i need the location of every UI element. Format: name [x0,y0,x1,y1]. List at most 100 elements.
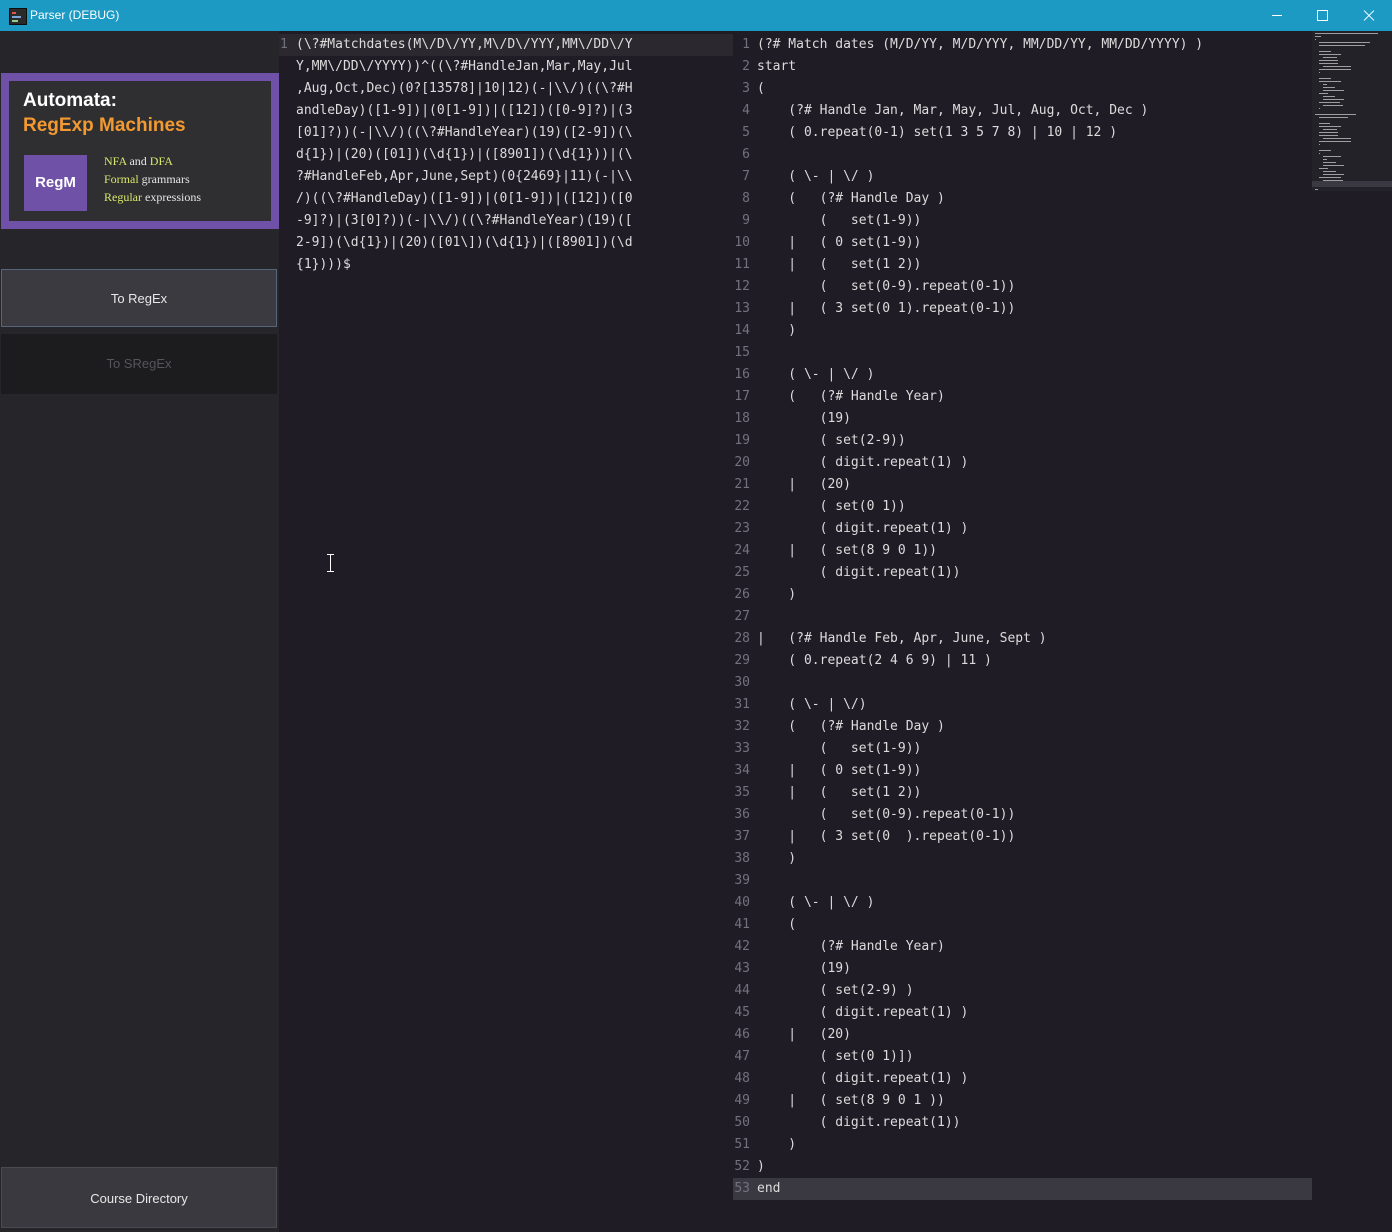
code-line[interactable]: 4 (?# Handle Jan, Mar, May, Jul, Aug, Oc… [733,100,1312,122]
code-line[interactable]: 19 ( set(2-9)) [733,430,1312,452]
minimap-line [1319,168,1328,169]
code-line[interactable]: 42 (?# Handle Year) [733,936,1312,958]
code-line[interactable]: 6 [733,144,1312,166]
minimap-line [1319,177,1341,178]
code-text: ( \- | \/ ) [757,895,875,910]
code-line[interactable]: 13 | ( 3 set(0 1).repeat(0-1)) [733,298,1312,320]
code-line[interactable]: 25 ( digit.repeat(1)) [733,562,1312,584]
course-directory-button[interactable]: Course Directory [1,1167,277,1228]
code-line[interactable]: 21 | (20) [733,474,1312,496]
code-line[interactable]: 9 ( set(1-9)) [733,210,1312,232]
code-line[interactable]: 44 ( set(2-9) ) [733,980,1312,1002]
code-text: ( digit.repeat(1) ) [757,1071,969,1086]
window-titlebar: Parser (DEBUG) [0,0,1392,31]
code-text: ) [757,587,797,602]
line-number: 23 [734,521,750,536]
minimap-line [1319,45,1366,46]
code-line[interactable]: 3( [733,78,1312,100]
code-line[interactable]: 49 | ( set(8 9 0 1 )) [733,1090,1312,1112]
code-line[interactable]: 40 ( \- | \/ ) [733,892,1312,914]
code-line[interactable]: 33 ( set(1-9)) [733,738,1312,760]
line-number: 17 [734,389,750,404]
code-text: ( (?# Handle Year) [757,389,945,404]
code-text: ) [757,1159,765,1174]
code-text: ( set(1-9)) [757,213,922,228]
code-line[interactable]: 16 ( \- | \/ ) [733,364,1312,386]
sregex-source-editor[interactable]: 1 (?# Match dates (M/D/YY, M/D/YYY, MM/DD… [733,31,1312,1232]
code-line[interactable]: 31 ( \- | \/) [733,694,1312,716]
editor-minimap[interactable] [1312,31,1392,191]
code-line[interactable]: 38 ) [733,848,1312,870]
close-button[interactable] [1346,0,1392,31]
code-line[interactable]: 37 | ( 3 set(0 ).repeat(0-1)) [733,826,1312,848]
line-number: 29 [734,653,750,668]
code-line[interactable]: 20 ( digit.repeat(1) ) [733,452,1312,474]
code-line[interactable]: 34 | ( 0 set(1-9)) [733,760,1312,782]
code-line[interactable]: 11 | ( set(1 2)) [733,254,1312,276]
code-line[interactable]: 27 [733,606,1312,628]
line-number: 46 [734,1027,750,1042]
code-line[interactable]: 30 [733,672,1312,694]
code-line[interactable]: 46 | (20) [733,1024,1312,1046]
line-number: 34 [734,763,750,778]
code-line[interactable]: 28 | (?# Handle Feb, Apr, June, Sept ) [733,628,1312,650]
code-line[interactable]: 52) [733,1156,1312,1178]
code-line[interactable]: 36 ( set(0-9).repeat(0-1)) [733,804,1312,826]
regex-output-editor[interactable]: 1 (\?#Matchdates(M\/D\/YY,M\/D\/YYY,MM\/… [279,31,733,1232]
code-line[interactable]: 2 start [733,56,1312,78]
line-number: 52 [734,1159,750,1174]
sidebar: Automata: RegExp Machines RegM NFA and D… [0,31,279,1232]
maximize-button[interactable] [1300,0,1346,31]
code-line[interactable]: 22 ( set(0 1)) [733,496,1312,518]
code-line[interactable]: 43 (19) [733,958,1312,980]
to-regex-button[interactable]: To RegEx [1,269,277,327]
code-line[interactable]: 12 ( set(0-9).repeat(0-1)) [733,276,1312,298]
minimize-button[interactable] [1254,0,1300,31]
to-sregex-button[interactable]: To SRegEx [1,334,277,394]
code-text: ( \- | \/) [757,697,867,712]
line-number: 37 [734,829,750,844]
code-line[interactable]: 29 ( 0.repeat(2 4 6 9) | 11 ) [733,650,1312,672]
line-number: 51 [734,1137,750,1152]
code-text: | ( set(8 9 0 1 )) [757,1093,945,1108]
minimap-line [1315,39,1317,40]
regex-text[interactable]: (\?#Matchdates(M\/D\/YY,M\/D\/YYY,MM\/DD… [296,34,726,276]
code-line[interactable]: 50 ( digit.repeat(1)) [733,1112,1312,1134]
code-line[interactable]: 1 (?# Match dates (M/D/YY, M/D/YYY, MM/DD… [733,34,1312,56]
code-line[interactable]: 26 ) [733,584,1312,606]
code-text: ( set(0 1)]) [757,1049,914,1064]
code-line[interactable]: 35 | ( set(1 2)) [733,782,1312,804]
code-text: | ( 0 set(1-9)) [757,235,922,250]
code-lines[interactable]: 1 (?# Match dates (M/D/YY, M/D/YYY, MM/DD… [733,34,1312,1200]
code-text: | ( set(8 9 0 1)) [757,543,938,558]
line-number: 40 [734,895,750,910]
code-line[interactable]: 10 | ( 0 set(1-9)) [733,232,1312,254]
code-line[interactable]: 53 end [733,1178,1312,1200]
app-icon [9,8,27,25]
code-line[interactable]: 5 ( 0.repeat(0-1) set(1 3 5 7 8) | 10 | … [733,122,1312,144]
code-line[interactable]: 39 [733,870,1312,892]
code-line[interactable]: 48 ( digit.repeat(1) ) [733,1068,1312,1090]
minimap-line [1323,156,1341,157]
code-line[interactable]: 32 ( (?# Handle Day ) [733,716,1312,738]
code-line[interactable]: 17 ( (?# Handle Year) [733,386,1312,408]
code-line[interactable]: 8 ( (?# Handle Day ) [733,188,1312,210]
code-line[interactable]: 23 ( digit.repeat(1) ) [733,518,1312,540]
banner-feature: Formal grammars [104,172,190,186]
code-line[interactable]: 45 ( digit.repeat(1) ) [733,1002,1312,1024]
code-line[interactable]: 15 [733,342,1312,364]
minimap-line [1323,66,1351,67]
minimap-viewport[interactable] [1312,181,1392,187]
code-line[interactable]: 18 (19) [733,408,1312,430]
code-line[interactable]: 51 ) [733,1134,1312,1156]
line-number: 20 [734,455,750,470]
code-line[interactable]: 7 ( \- | \/ ) [733,166,1312,188]
banner-title: Automata: [23,90,117,111]
code-line[interactable]: 24 | ( set(8 9 0 1)) [733,540,1312,562]
code-line[interactable]: 14 ) [733,320,1312,342]
line-number: 13 [734,301,750,316]
minimap-line [1323,105,1343,106]
code-line[interactable]: 41 ( [733,914,1312,936]
code-line[interactable]: 47 ( set(0 1)]) [733,1046,1312,1068]
code-text: | ( set(1 2)) [757,257,922,272]
